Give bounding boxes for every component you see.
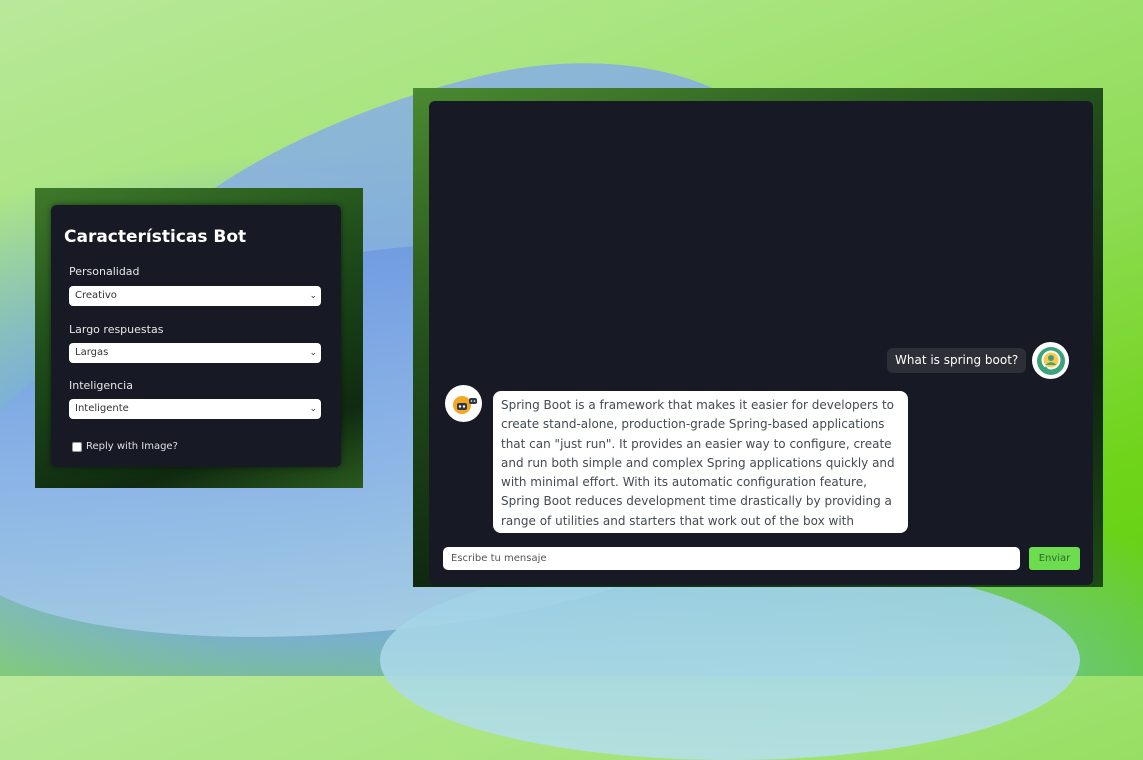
length-label: Largo respuestas xyxy=(69,323,164,336)
intelligence-select[interactable]: Inteligente ⌄ xyxy=(69,399,321,419)
length-select[interactable]: Largas ⌄ xyxy=(69,343,321,363)
image-reply-checkbox[interactable] xyxy=(72,441,82,452)
chat-card: What is spring boot? Spring Boot is a fr… xyxy=(429,101,1093,585)
image-reply-label: Reply with Image? xyxy=(86,441,178,452)
settings-title: Características Bot xyxy=(64,227,247,247)
user-avatar-icon xyxy=(1036,346,1065,375)
background-wave xyxy=(380,560,1080,760)
settings-panel: Características Bot Personalidad Creativ… xyxy=(35,188,363,488)
settings-card: Características Bot Personalidad Creativ… xyxy=(51,205,341,467)
chat-panel: What is spring boot? Spring Boot is a fr… xyxy=(413,88,1103,587)
personality-value: Creativo xyxy=(75,290,117,301)
personality-label: Personalidad xyxy=(69,265,140,278)
bot-avatar xyxy=(445,385,482,422)
user-message: What is spring boot? xyxy=(887,348,1027,373)
intelligence-value: Inteligente xyxy=(75,403,129,414)
message-input[interactable]: Escribe tu mensaje xyxy=(443,547,1020,570)
send-button[interactable]: Enviar xyxy=(1029,547,1080,570)
user-avatar xyxy=(1032,342,1069,379)
image-reply-option[interactable]: Reply with Image? xyxy=(72,441,178,452)
bot-message: Spring Boot is a framework that makes it… xyxy=(493,391,908,533)
chevron-down-icon: ⌄ xyxy=(309,404,317,414)
personality-select[interactable]: Creativo ⌄ xyxy=(69,286,321,306)
intelligence-label: Inteligencia xyxy=(69,379,133,392)
chevron-down-icon: ⌄ xyxy=(309,348,317,358)
chevron-down-icon: ⌄ xyxy=(309,291,317,301)
length-value: Largas xyxy=(75,347,109,358)
robot-icon xyxy=(452,395,477,414)
